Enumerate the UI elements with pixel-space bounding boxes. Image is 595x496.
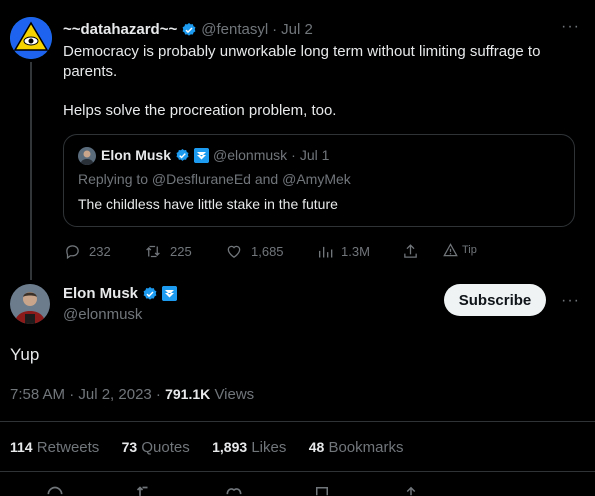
quotes-number: 73: [121, 439, 138, 455]
divider: [0, 421, 595, 422]
retweets-number: 114: [10, 439, 33, 455]
parent-handle[interactable]: @fentasyl: [201, 21, 268, 38]
share-icon: [404, 244, 417, 258]
parent-date[interactable]: Jul 2: [281, 21, 313, 38]
views-count: 1.3M: [341, 244, 370, 259]
engagement-stats: 114 Retweets 73 Quotes 1,893 Likes 48 Bo…: [10, 439, 403, 456]
quotes-label: Quotes: [141, 439, 190, 456]
timestamp[interactable]: 7:58 AM · Jul 2, 2023: [10, 386, 152, 403]
retweets-stat[interactable]: 114 Retweets: [10, 439, 99, 456]
reply-icon: [66, 245, 79, 260]
bookmarks-stat[interactable]: 48 Bookmarks: [309, 439, 404, 456]
views-action[interactable]: 1.3M: [317, 243, 370, 260]
like-action[interactable]: 1,685: [225, 243, 284, 260]
reply-action[interactable]: 232: [64, 243, 111, 260]
bookmarks-number: 48: [308, 439, 325, 455]
separator-dot: ·: [151, 386, 166, 403]
quotes-stat[interactable]: 73 Quotes: [122, 439, 190, 456]
quote-avatar: [78, 147, 96, 165]
more-options-icon[interactable]: ···: [561, 292, 580, 310]
heart-icon: [227, 245, 241, 258]
retweets-label: Retweets: [36, 439, 100, 456]
quote-handle: @elonmusk: [213, 147, 288, 163]
bar-chart-icon: [319, 246, 333, 258]
parent-avatar[interactable]: [10, 17, 52, 59]
tweet-meta: 7:58 AM · Jul 2, 2023 · 791.1K Views: [10, 386, 254, 403]
bookmarks-label: Bookmarks: [328, 439, 404, 456]
quote-date: Jul 1: [299, 147, 330, 163]
verified-badge-icon: [176, 148, 189, 161]
replying-to: Replying to @DesfluraneEd and @AmyMek: [78, 171, 351, 187]
reply-icon[interactable]: [45, 484, 65, 496]
avatar-photo-icon: [10, 284, 50, 324]
main-name-row: Elon Musk: [63, 285, 178, 302]
parent-tweet-text-2: Helps solve the procreation problem, too…: [63, 102, 337, 119]
more-options-icon[interactable]: ···: [561, 18, 580, 36]
retweet-count: 225: [170, 244, 192, 259]
quote-display-name: Elon Musk: [101, 147, 172, 163]
views-label: Views: [214, 386, 255, 403]
tip-action[interactable]: Tip: [443, 243, 477, 257]
main-tweet-text: Yup: [10, 345, 40, 364]
parent-header: ~~datahazard~~ @fentasyl · Jul 2: [63, 21, 313, 38]
affiliate-badge-icon: [194, 147, 210, 163]
tip-label: Tip: [462, 244, 477, 256]
views-total: 791.1K: [165, 386, 211, 402]
hazard-logo-icon: [10, 17, 52, 59]
main-display-name[interactable]: Elon Musk: [63, 285, 138, 302]
likes-label: Likes: [251, 439, 287, 456]
share-action[interactable]: [402, 243, 419, 260]
bookmark-icon[interactable]: [313, 484, 331, 496]
divider: [0, 471, 595, 472]
retweet-icon: [146, 245, 160, 258]
heart-icon[interactable]: [224, 484, 244, 496]
tip-icon: [443, 243, 458, 257]
main-avatar[interactable]: [10, 284, 50, 324]
parent-tweet-text: Democracy is probably unworkable long te…: [63, 43, 541, 80]
retweet-icon[interactable]: [135, 484, 155, 496]
avatar-photo-icon: [78, 147, 96, 165]
retweet-action[interactable]: 225: [144, 243, 192, 260]
likes-number: 1,893: [212, 439, 248, 455]
thread-line: [30, 62, 32, 280]
main-handle[interactable]: @elonmusk: [63, 306, 142, 323]
like-count: 1,685: [251, 244, 284, 259]
subscribe-button[interactable]: Subscribe: [444, 284, 546, 316]
separator-dot: ·: [272, 21, 278, 38]
quoted-tweet-card[interactable]: Elon Musk @elonmusk · Jul 1 Replying to …: [63, 134, 575, 227]
separator-dot: ·: [291, 147, 296, 163]
affiliate-badge-icon: [162, 286, 178, 301]
quote-header: Elon Musk @elonmusk · Jul 1: [101, 147, 329, 163]
verified-badge-icon: [143, 286, 157, 300]
likes-stat[interactable]: 1,893 Likes: [212, 439, 286, 456]
parent-display-name[interactable]: ~~datahazard~~: [63, 21, 177, 38]
share-icon[interactable]: [402, 484, 420, 496]
reply-count: 232: [89, 244, 111, 259]
verified-badge-icon: [182, 22, 196, 36]
quote-text: The childless have little stake in the f…: [78, 196, 338, 212]
